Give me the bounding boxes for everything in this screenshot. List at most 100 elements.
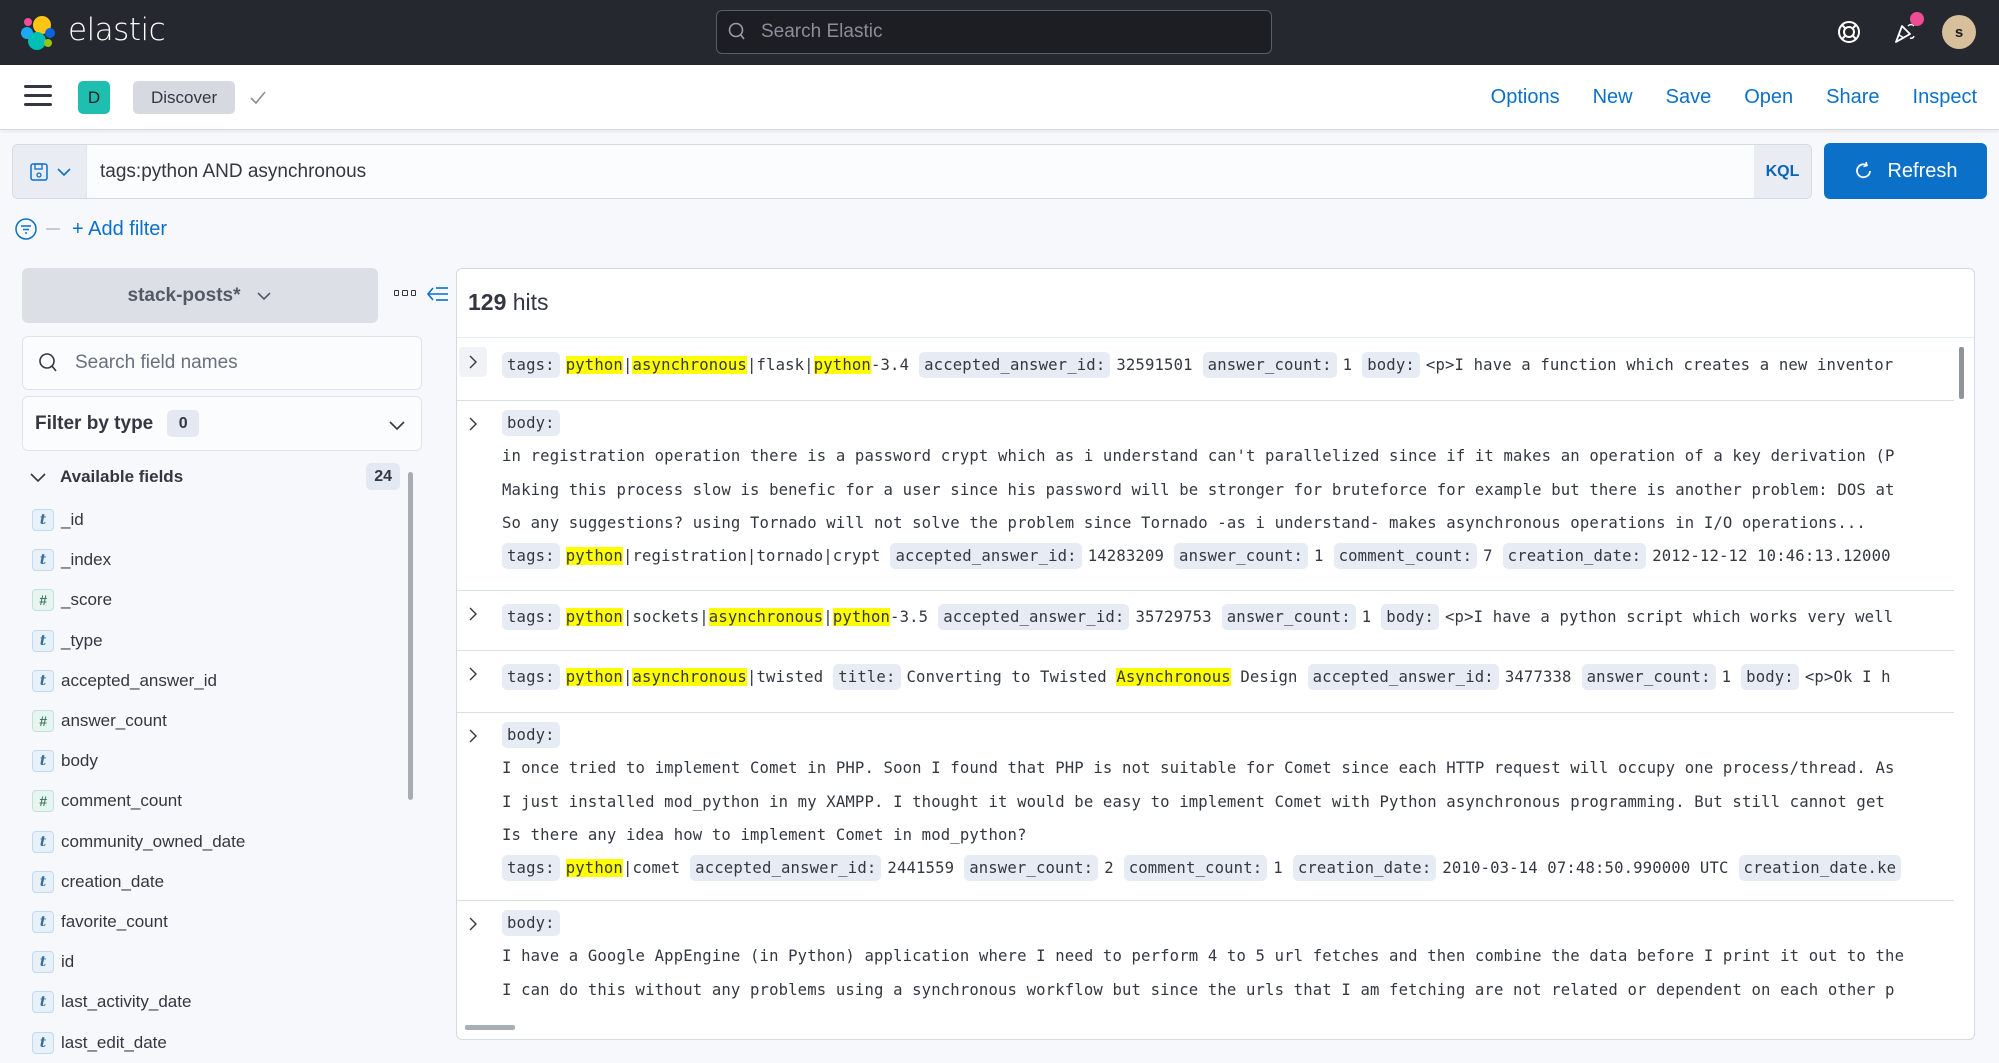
- field-name: answer_count: [61, 711, 167, 731]
- global-search-input[interactable]: [761, 21, 1241, 43]
- field-item[interactable]: t creation_date: [32, 862, 402, 902]
- field-value: <p>I have a function which creates a new…: [1426, 356, 1893, 374]
- field-item[interactable]: t id: [32, 942, 402, 982]
- value-text: 2010-03-14 07:48:50.990000 UTC: [1442, 859, 1729, 878]
- body-text: I have a Google AppEngine (in Python) ap…: [502, 947, 1905, 966]
- saved-query-menu-button[interactable]: [13, 145, 87, 198]
- share-link[interactable]: Share: [1826, 86, 1879, 109]
- search-highlight: asynchronous: [632, 668, 747, 686]
- field-key: accepted_answer_id:: [919, 352, 1111, 378]
- breadcrumb-discover[interactable]: Discover: [133, 81, 236, 114]
- space-selector[interactable]: D: [78, 81, 110, 114]
- field-item[interactable]: t community_owned_date: [32, 822, 402, 862]
- help-icon[interactable]: [1833, 16, 1865, 48]
- chevron-right-icon: [469, 729, 477, 743]
- expand-row-button[interactable]: [459, 659, 487, 689]
- field-key: answer_count:: [1221, 604, 1356, 630]
- chevron-right-icon: [469, 417, 477, 431]
- field-value: 32591501: [1116, 356, 1192, 374]
- available-fields-header[interactable]: Available fields 24: [28, 462, 400, 492]
- document-line: body:: [502, 722, 566, 748]
- field-key: body:: [1362, 352, 1420, 378]
- document-table: tags: python|asynchronous|flask|python-3.…: [457, 339, 1954, 1039]
- search-highlight: python: [565, 608, 623, 626]
- filter-options-icon[interactable]: [14, 217, 38, 241]
- index-pattern-options-button[interactable]: [394, 290, 416, 300]
- open-link[interactable]: Open: [1744, 86, 1793, 109]
- expand-row-button[interactable]: [459, 599, 487, 629]
- value-text: 1: [1721, 668, 1732, 686]
- document-line: Is there any idea how to implement Comet…: [502, 826, 1027, 844]
- value-text: |registration|tornado|crypt: [622, 547, 881, 566]
- field-item[interactable]: t last_edit_date: [32, 1022, 402, 1062]
- query-language-toggle[interactable]: KQL: [1754, 145, 1811, 198]
- field-item[interactable]: # comment_count: [32, 781, 402, 821]
- table-vertical-scrollbar[interactable]: [1959, 347, 1964, 399]
- field-item[interactable]: # answer_count: [32, 701, 402, 741]
- field-item[interactable]: t last_activity_date: [32, 982, 402, 1022]
- field-key: creation_date:: [1502, 543, 1647, 570]
- value-text: 35729753: [1135, 608, 1212, 626]
- field-key: body:: [502, 722, 560, 748]
- filter-bar: + Add filter: [14, 214, 167, 244]
- dot: [402, 290, 408, 296]
- field-value: 3477338: [1505, 668, 1572, 686]
- elastic-logo-icon[interactable]: [20, 14, 58, 52]
- chevron-right-icon: [469, 355, 477, 369]
- sidebar-scrollbar[interactable]: [408, 472, 413, 800]
- field-value: python|sockets|asynchronous|python-3.5: [565, 608, 929, 626]
- brand-name: elastic: [68, 12, 166, 48]
- body-text: in registration operation there is a pas…: [502, 447, 1895, 466]
- menu-toggle-button[interactable]: [24, 85, 52, 109]
- table-horizontal-scrollbar[interactable]: [465, 1025, 515, 1030]
- dot: [410, 290, 416, 296]
- field-key: creation_date:: [1292, 855, 1437, 882]
- field-search-box[interactable]: [22, 336, 422, 390]
- document-line: tags: python|asynchronous|flask|python-3.…: [502, 352, 1903, 378]
- field-name: _score: [61, 590, 113, 610]
- body-text: So any suggestions? using Tornado will n…: [502, 513, 1866, 532]
- add-filter-button[interactable]: + Add filter: [72, 218, 167, 241]
- field-search-input[interactable]: [75, 352, 395, 374]
- hamburger-line: [24, 94, 52, 97]
- filter-count-badge: 0: [167, 410, 200, 437]
- search-highlight: python: [565, 356, 623, 374]
- user-avatar[interactable]: s: [1942, 15, 1976, 49]
- options-link[interactable]: Options: [1491, 86, 1560, 109]
- field-item[interactable]: t accepted_answer_id: [32, 661, 402, 701]
- field-value: Converting to Twisted Asynchronous Desig…: [907, 668, 1298, 686]
- hits-count: 129: [468, 289, 507, 315]
- document-line: I have a Google AppEngine (in Python) ap…: [502, 947, 1904, 965]
- inspect-link[interactable]: Inspect: [1913, 86, 1977, 109]
- string-type-icon: t: [32, 910, 54, 933]
- field-item[interactable]: t favorite_count: [32, 902, 402, 942]
- field-item[interactable]: t _index: [32, 540, 402, 580]
- field-key: tags:: [502, 543, 560, 570]
- body-text: I just installed mod_python in my XAMPP.…: [502, 792, 1886, 811]
- refresh-button[interactable]: Refresh: [1824, 143, 1987, 199]
- chevron-down-icon: [256, 291, 271, 300]
- query-input[interactable]: [87, 145, 1754, 198]
- field-key: body:: [502, 410, 560, 436]
- filter-by-type-button[interactable]: Filter by type 0: [22, 396, 422, 451]
- value-text: 7: [1483, 547, 1493, 566]
- expand-row-button[interactable]: [459, 347, 487, 377]
- field-item[interactable]: # _score: [32, 580, 402, 620]
- value-text: |sockets|: [622, 608, 709, 626]
- index-pattern-selector[interactable]: stack-posts*: [22, 268, 378, 323]
- new-link[interactable]: New: [1593, 86, 1633, 109]
- collapse-sidebar-icon[interactable]: [426, 283, 450, 305]
- field-item[interactable]: t _type: [32, 621, 402, 661]
- document-line: body:: [502, 410, 566, 436]
- field-item[interactable]: t _id: [32, 500, 402, 540]
- save-link[interactable]: Save: [1666, 86, 1712, 109]
- value-text: -3.5: [890, 608, 929, 626]
- expand-row-button[interactable]: [459, 909, 487, 939]
- expand-row-button[interactable]: [459, 409, 487, 439]
- expand-row-button[interactable]: [459, 721, 487, 751]
- value-text: 14283209: [1087, 547, 1165, 566]
- string-type-icon: t: [32, 750, 54, 773]
- global-search-field[interactable]: [716, 10, 1272, 54]
- document-line: tags: python|sockets|asynchronous|python-…: [502, 604, 1903, 630]
- field-item[interactable]: t body: [32, 741, 402, 781]
